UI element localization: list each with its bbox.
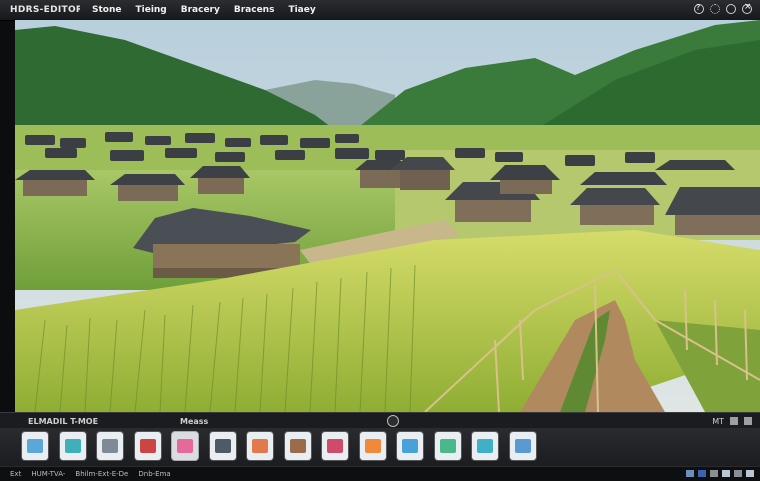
thumb-14[interactable] (510, 432, 536, 460)
menu-item-1[interactable]: Stone (92, 5, 121, 15)
thumbnail-icon (27, 439, 43, 453)
tray-icon-3[interactable] (710, 470, 718, 477)
thumb-7[interactable] (247, 432, 273, 460)
tray-icon-1[interactable] (686, 470, 694, 477)
landscape-image (15, 20, 760, 412)
thumb-9[interactable] (322, 432, 348, 460)
grid-icon[interactable] (730, 417, 738, 425)
status-right: MT (712, 417, 752, 426)
thumb-3[interactable] (97, 432, 123, 460)
close-icon[interactable] (742, 2, 752, 14)
thumbnail-icon (215, 439, 231, 453)
menu-item-4[interactable]: Bracens (234, 5, 275, 15)
bottom-bar: Ext HUM-TVA- Bhilm-Ext-E-De Dnb-Ema (0, 466, 760, 481)
thumbnail-icon (477, 439, 493, 453)
thumbnail-icon (65, 439, 81, 453)
thumb-1[interactable] (22, 432, 48, 460)
thumb-4[interactable] (135, 432, 161, 460)
thumbnail-bar (0, 428, 760, 466)
thumb-13[interactable] (472, 432, 498, 460)
menu-item-3[interactable]: Bracery (181, 5, 220, 15)
help-icon[interactable] (694, 3, 704, 14)
bottom-item-3[interactable]: Bhilm-Ext-E-De (75, 470, 128, 478)
thumb-10[interactable] (360, 432, 386, 460)
thumb-12[interactable] (435, 432, 461, 460)
thumb-5[interactable] (172, 432, 198, 460)
tray-icon-6[interactable] (746, 470, 754, 477)
thumbnail-icon (290, 439, 306, 453)
thumbnail-icon (252, 439, 268, 453)
tray-icon-5[interactable] (734, 470, 742, 477)
status-left-label: ELMADIL T-MOE (28, 416, 99, 426)
thumbnail-icon (327, 439, 343, 453)
settings-icon[interactable] (710, 4, 720, 14)
thumb-11[interactable] (397, 432, 423, 460)
thumb-2[interactable] (60, 432, 86, 460)
menu-items: Stone Tieing Bracery Bracens Tiaey (92, 5, 316, 15)
thumbnail-icon (140, 439, 156, 453)
image-viewport[interactable] (15, 20, 760, 412)
window-controls (694, 2, 752, 14)
zoom-icon[interactable] (387, 415, 399, 427)
bottom-item-4[interactable]: Dnb-Ema (138, 470, 170, 478)
thumb-6[interactable] (210, 432, 236, 460)
thumbnail-icon (365, 439, 381, 453)
layout-icon[interactable] (744, 417, 752, 425)
thumbnail-icon (177, 439, 193, 453)
thumbnail-icon (102, 439, 118, 453)
bottom-item-2[interactable]: HUM-TVA- (31, 470, 65, 478)
status-strip: ELMADIL T-MOE Meass MT (0, 412, 760, 429)
tray-icon-2[interactable] (698, 470, 706, 477)
thumbnail-icon (402, 439, 418, 453)
system-tray (686, 470, 754, 477)
app-title: HDRS-EDITOR (10, 5, 80, 15)
menu-bar: HDRS-EDITOR Stone Tieing Bracery Bracens… (0, 0, 760, 21)
bottom-item-1[interactable]: Ext (10, 470, 21, 478)
minimize-icon[interactable] (726, 4, 736, 14)
menu-item-5[interactable]: Tiaey (288, 5, 315, 15)
thumbnail-icon (440, 439, 456, 453)
status-mid-label: Meass (180, 416, 209, 426)
thumb-8[interactable] (285, 432, 311, 460)
thumbnail-icon (515, 439, 531, 453)
tray-icon-4[interactable] (722, 470, 730, 477)
status-right-label: MT (712, 416, 724, 426)
menu-item-2[interactable]: Tieing (135, 5, 166, 15)
